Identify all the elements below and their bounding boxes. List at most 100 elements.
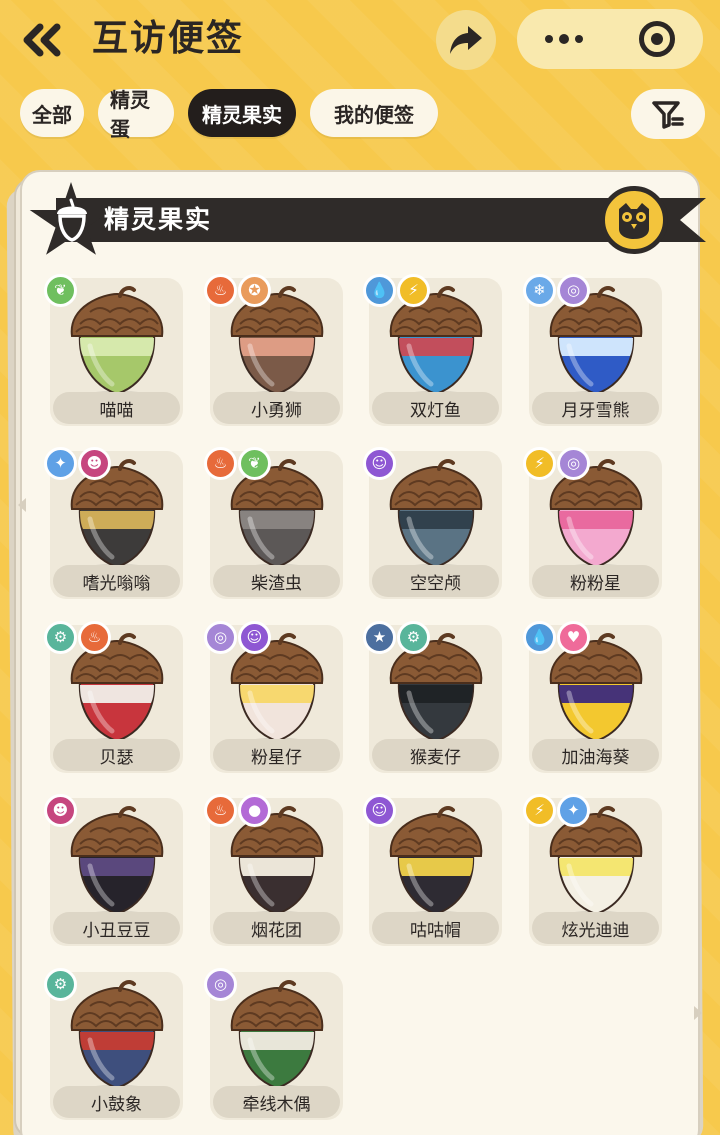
fire-type-icon: ♨ — [204, 274, 237, 307]
dragon-type-icon: ◎ — [557, 274, 590, 307]
acorn-fruit-image — [70, 459, 164, 574]
back-button[interactable] — [20, 20, 64, 60]
fruit-card[interactable]: ♨ ✪ 小勇狮 — [204, 274, 343, 426]
acorn-fruit-image — [549, 633, 643, 748]
mech-type-icon: ⚙ — [397, 621, 430, 654]
fruit-card[interactable]: ♨ ❦ 柴渣虫 — [204, 447, 343, 599]
fruit-card[interactable]: ❦ 喵喵 — [44, 274, 183, 426]
fruit-name-label: 小丑豆豆 — [53, 912, 180, 944]
fruit-name-label: 牵线木偶 — [213, 1086, 340, 1118]
fire-type-icon: ♨ — [204, 447, 237, 480]
fruit-name-label: 贝瑟 — [53, 739, 180, 771]
normal-type-icon: ✪ — [238, 274, 271, 307]
water-type-icon: 💧 — [363, 274, 396, 307]
acorn-fruit-image — [389, 633, 483, 748]
fruit-name-label: 喵喵 — [53, 392, 180, 424]
acorn-fruit-image — [230, 980, 324, 1095]
acorn-fruit-image — [230, 633, 324, 748]
target-close-icon — [638, 21, 675, 57]
fruit-name-label: 小勇狮 — [213, 392, 340, 424]
demon-type-icon: ☻ — [78, 447, 111, 480]
more-dots-icon — [558, 34, 569, 44]
more-dots-icon — [544, 35, 553, 43]
section-title: 精灵果实 — [104, 205, 213, 234]
fruit-card[interactable]: ★ ⚙ 猴麦仔 — [363, 621, 502, 773]
tab-fruits[interactable]: 精灵果实 — [188, 89, 296, 137]
fruit-card[interactable]: ☺ 空空颅 — [363, 447, 502, 599]
more-dots-icon — [574, 35, 583, 43]
fruit-name-label: 空空颅 — [372, 565, 499, 597]
top-bar: 互访便签 — [0, 0, 720, 80]
fruit-card[interactable]: ✦ ☻ 嗜光嗡嗡 — [44, 447, 183, 599]
electric-type-icon: ⚡ — [397, 274, 430, 307]
ghost-type-icon: ☺ — [363, 447, 396, 480]
fruit-card[interactable]: ⚙ ♨ 贝瑟 — [44, 621, 183, 773]
fruit-name-label: 咕咕帽 — [372, 912, 499, 944]
acorn-fruit-image — [230, 806, 324, 921]
fruit-card[interactable]: ♨ ● 烟花团 — [204, 794, 343, 946]
light-type-icon: ✦ — [44, 447, 77, 480]
fruit-card[interactable]: ☺ 咕咕帽 — [363, 794, 502, 946]
dragon-type-icon: ◎ — [204, 621, 237, 654]
filter-funnel-icon — [652, 101, 684, 129]
fruit-card[interactable]: 💧 ⚡ 双灯鱼 — [363, 274, 502, 426]
mini-program-capsule — [517, 9, 703, 69]
acorn-fruit-image — [230, 286, 324, 401]
demon-type-icon: ☻ — [44, 794, 77, 827]
tab-eggs[interactable]: 精灵蛋 — [98, 88, 174, 141]
grass-type-icon: ❦ — [238, 447, 271, 480]
mech-type-icon: ⚙ — [44, 968, 77, 1001]
ghost-type-icon: ☺ — [238, 621, 271, 654]
fruit-name-label: 猴麦仔 — [372, 739, 499, 771]
light-type-icon: ✦ — [557, 794, 590, 827]
fruit-name-label: 粉粉星 — [532, 565, 659, 597]
fruit-name-label: 嗜光嗡嗡 — [53, 565, 180, 597]
share-button[interactable] — [436, 10, 496, 70]
fruit-name-label: 加油海葵 — [532, 739, 659, 771]
fruit-name-label: 月牙雪熊 — [532, 392, 659, 424]
ghost-type-icon: ☺ — [363, 794, 396, 827]
fruit-card[interactable]: ☻ 小丑豆豆 — [44, 794, 183, 946]
acorn-fruit-image — [70, 806, 164, 921]
fruit-name-label: 小鼓象 — [53, 1086, 180, 1118]
page-title: 互访便签 — [92, 18, 245, 59]
dragon-type-icon: ◎ — [557, 447, 590, 480]
owl-icon — [619, 203, 649, 239]
fruit-card[interactable]: ◎ 牵线木偶 — [204, 968, 343, 1120]
water-type-icon: 💧 — [523, 621, 556, 654]
acorn-fruit-image — [549, 286, 643, 401]
fruit-name-label: 粉星仔 — [213, 739, 340, 771]
fruit-name-label: 烟花团 — [213, 912, 340, 944]
close-button[interactable] — [610, 9, 703, 69]
grass-type-icon: ❦ — [44, 274, 77, 307]
acorn-fruit-image — [230, 459, 324, 574]
acorn-fruit-image — [70, 633, 164, 748]
electric-type-icon: ⚡ — [523, 447, 556, 480]
fruit-card[interactable]: ◎ ☺ 粉星仔 — [204, 621, 343, 773]
fruit-name-label: 炫光迪迪 — [532, 912, 659, 944]
dragon-type-icon: ◎ — [204, 968, 237, 1001]
fruit-name-label: 双灯鱼 — [372, 392, 499, 424]
spirit-type-icon: ● — [238, 794, 271, 827]
ice-type-icon: ❄ — [523, 274, 556, 307]
more-button[interactable] — [517, 9, 610, 69]
acorn-fruit-image — [70, 980, 164, 1095]
acorn-fruit-image — [549, 806, 643, 921]
fruit-card[interactable]: ⚡ ◎ 粉粉星 — [523, 447, 662, 599]
tab-all[interactable]: 全部 — [20, 89, 84, 137]
fire-type-icon: ♨ — [204, 794, 237, 827]
acorn-fruit-image — [549, 459, 643, 574]
fruit-card[interactable]: ❄ ◎ 月牙雪熊 — [523, 274, 662, 426]
section-banner: 精灵果实 — [26, 182, 706, 255]
acorn-fruit-image — [389, 286, 483, 401]
owl-badge-button[interactable] — [600, 186, 668, 254]
electric-type-icon: ⚡ — [523, 794, 556, 827]
category-tabs: 全部 精灵蛋 精灵果实 我的便签 — [20, 88, 438, 141]
filter-button[interactable] — [631, 89, 705, 139]
share-arrow-icon — [450, 26, 482, 54]
fruit-card[interactable]: 💧 ♥ 加油海葵 — [523, 621, 662, 773]
fruit-card[interactable]: ⚡ ✦ 炫光迪迪 — [523, 794, 662, 946]
tab-my-notes[interactable]: 我的便签 — [310, 89, 438, 137]
fruit-card[interactable]: ⚙ 小鼓象 — [44, 968, 183, 1120]
fruit-name-label: 柴渣虫 — [213, 565, 340, 597]
